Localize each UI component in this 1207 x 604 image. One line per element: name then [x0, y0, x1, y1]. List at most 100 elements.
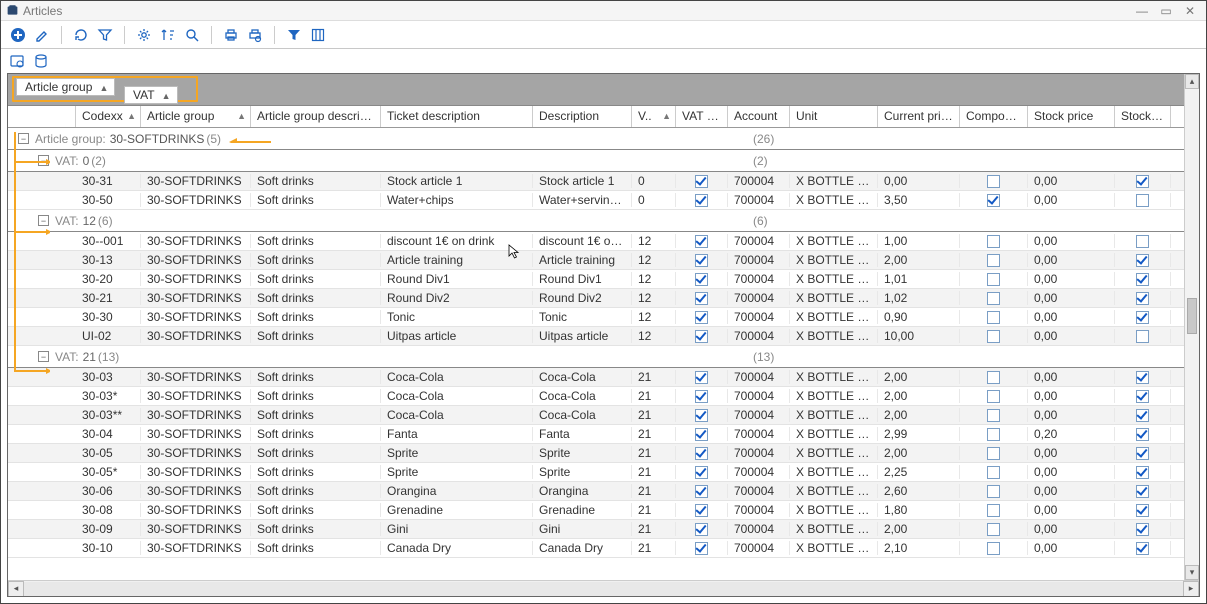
collapse-icon[interactable]: −: [38, 351, 49, 362]
checkbox[interactable]: [987, 523, 1000, 536]
checkbox[interactable]: [695, 175, 708, 188]
horizontal-scrollbar[interactable]: ◂ ▸: [8, 580, 1199, 596]
table-row[interactable]: 30-04 30-SOFTDRINKS Soft drinks Fanta Fa…: [8, 425, 1199, 444]
checkbox[interactable]: [695, 485, 708, 498]
checkbox[interactable]: [1136, 390, 1149, 403]
checkbox[interactable]: [987, 371, 1000, 384]
new-button[interactable]: [7, 24, 29, 46]
print-button[interactable]: [220, 24, 242, 46]
column-header-groupdesc[interactable]: Article group description: [251, 106, 381, 127]
column-header-stockart[interactable]: Stock article: [1115, 106, 1171, 127]
checkbox[interactable]: [695, 504, 708, 517]
filter-toggle-button[interactable]: [283, 24, 305, 46]
table-row[interactable]: 30-03** 30-SOFTDRINKS Soft drinks Coca-C…: [8, 406, 1199, 425]
checkbox[interactable]: [695, 428, 708, 441]
column-header-desc[interactable]: Description: [533, 106, 632, 127]
checkbox[interactable]: [695, 273, 708, 286]
table-row[interactable]: 30-21 30-SOFTDRINKS Soft drinks Round Di…: [8, 289, 1199, 308]
columns-button[interactable]: [307, 24, 329, 46]
table-row[interactable]: 30-03 30-SOFTDRINKS Soft drinks Coca-Col…: [8, 368, 1199, 387]
checkbox[interactable]: [1136, 175, 1149, 188]
checkbox[interactable]: [1136, 523, 1149, 536]
collapse-icon[interactable]: −: [18, 133, 29, 144]
checkbox[interactable]: [1136, 485, 1149, 498]
checkbox[interactable]: [1136, 235, 1149, 248]
checkbox[interactable]: [987, 273, 1000, 286]
checkbox[interactable]: [987, 409, 1000, 422]
checkbox[interactable]: [1136, 542, 1149, 555]
column-header-unit[interactable]: Unit: [790, 106, 878, 127]
table-row[interactable]: 30-13 30-SOFTDRINKS Soft drinks Article …: [8, 251, 1199, 270]
checkbox[interactable]: [1136, 273, 1149, 286]
checkbox[interactable]: [1136, 428, 1149, 441]
checkbox[interactable]: [987, 235, 1000, 248]
checkbox[interactable]: [695, 390, 708, 403]
scroll-thumb[interactable]: [1187, 298, 1197, 334]
checkbox[interactable]: [1136, 254, 1149, 267]
scroll-up-button[interactable]: ▴: [1185, 74, 1199, 89]
settings-button[interactable]: [133, 24, 155, 46]
column-header-code[interactable]: Codexx▲: [76, 106, 141, 127]
sort-button[interactable]: [157, 24, 179, 46]
checkbox[interactable]: [1136, 409, 1149, 422]
refresh-button[interactable]: [70, 24, 92, 46]
column-header-ticket[interactable]: Ticket description: [381, 106, 533, 127]
column-header-indent[interactable]: [8, 106, 76, 127]
table-row[interactable]: 30-30 30-SOFTDRINKS Soft drinks Tonic To…: [8, 308, 1199, 327]
checkbox[interactable]: [987, 194, 1000, 207]
checkbox[interactable]: [695, 409, 708, 422]
checkbox[interactable]: [695, 235, 708, 248]
table-row[interactable]: UI-02 30-SOFTDRINKS Soft drinks Uitpas a…: [8, 327, 1199, 346]
group-header-sub[interactable]: − VAT: 12 (6) (6): [8, 210, 1199, 232]
table-row[interactable]: 30-08 30-SOFTDRINKS Soft drinks Grenadin…: [8, 501, 1199, 520]
checkbox[interactable]: [1136, 330, 1149, 343]
checkbox[interactable]: [695, 330, 708, 343]
checkbox[interactable]: [1136, 194, 1149, 207]
table-row[interactable]: 30-20 30-SOFTDRINKS Soft drinks Round Di…: [8, 270, 1199, 289]
checkbox[interactable]: [987, 292, 1000, 305]
minimize-button[interactable]: ―: [1130, 4, 1154, 18]
group-header-sub[interactable]: − VAT: 21 (13) (13): [8, 346, 1199, 368]
table-row[interactable]: 30-05 30-SOFTDRINKS Soft drinks Sprite S…: [8, 444, 1199, 463]
group-header-sub[interactable]: − VAT: 0 (2) (2): [8, 150, 1199, 172]
view-list-icon[interactable]: [7, 51, 27, 71]
table-row[interactable]: 30-50 30-SOFTDRINKS Soft drinks Water+ch…: [8, 191, 1199, 210]
table-row[interactable]: 30-03* 30-SOFTDRINKS Soft drinks Coca-Co…: [8, 387, 1199, 406]
checkbox[interactable]: [695, 292, 708, 305]
filter-button[interactable]: [94, 24, 116, 46]
collapse-icon[interactable]: −: [38, 215, 49, 226]
checkbox[interactable]: [695, 194, 708, 207]
column-header-price[interactable]: Current price: [878, 106, 960, 127]
checkbox[interactable]: [1136, 311, 1149, 324]
table-row[interactable]: 30-05* 30-SOFTDRINKS Soft drinks Sprite …: [8, 463, 1199, 482]
scroll-track[interactable]: [24, 582, 1183, 596]
table-row[interactable]: 30-10 30-SOFTDRINKS Soft drinks Canada D…: [8, 539, 1199, 558]
table-row[interactable]: 30-31 30-SOFTDRINKS Soft drinks Stock ar…: [8, 172, 1199, 191]
checkbox[interactable]: [695, 466, 708, 479]
column-header-stockprice[interactable]: Stock price: [1028, 106, 1115, 127]
table-row[interactable]: 30--001 30-SOFTDRINKS Soft drinks discou…: [8, 232, 1199, 251]
column-header-group[interactable]: Article group▲: [141, 106, 251, 127]
close-button[interactable]: ✕: [1178, 4, 1202, 18]
checkbox[interactable]: [695, 447, 708, 460]
checkbox[interactable]: [987, 311, 1000, 324]
checkbox[interactable]: [1136, 371, 1149, 384]
checkbox[interactable]: [695, 523, 708, 536]
grid-body[interactable]: − Article group: 30-SOFTDRINKS (5) (26) …: [8, 128, 1199, 580]
checkbox[interactable]: [987, 466, 1000, 479]
table-row[interactable]: 30-09 30-SOFTDRINKS Soft drinks Gini Gin…: [8, 520, 1199, 539]
print-preview-button[interactable]: [244, 24, 266, 46]
checkbox[interactable]: [987, 390, 1000, 403]
column-header-composed[interactable]: Composed: [960, 106, 1028, 127]
checkbox[interactable]: [695, 311, 708, 324]
column-header-vatincl[interactable]: VAT incl.: [676, 106, 728, 127]
checkbox[interactable]: [695, 371, 708, 384]
group-header-main[interactable]: − Article group: 30-SOFTDRINKS (5) (26): [8, 128, 1199, 150]
checkbox[interactable]: [987, 330, 1000, 343]
checkbox[interactable]: [987, 504, 1000, 517]
checkbox[interactable]: [1136, 447, 1149, 460]
scroll-right-button[interactable]: ▸: [1183, 581, 1199, 597]
checkbox[interactable]: [695, 254, 708, 267]
group-chip-vat[interactable]: VAT ▲: [124, 86, 178, 104]
group-by-zone[interactable]: Article group ▲ VAT ▲: [8, 74, 1199, 106]
